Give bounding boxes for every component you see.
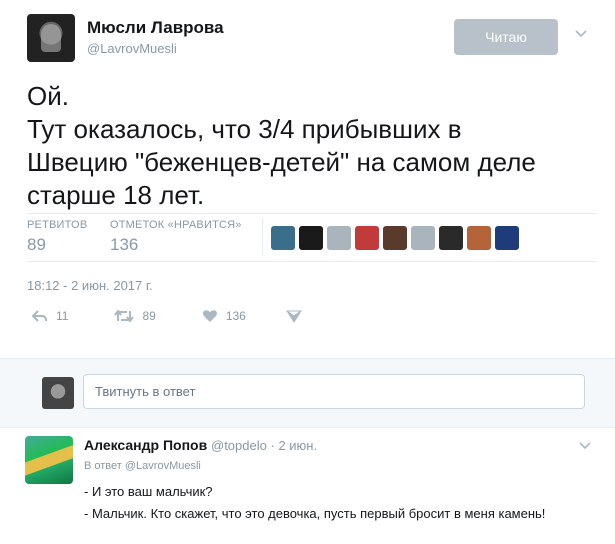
like-button[interactable]: 136 bbox=[202, 309, 246, 323]
retweets-label: РЕТВИТОВ bbox=[27, 219, 88, 231]
divider bbox=[27, 261, 597, 262]
author-name[interactable]: Мюсли Лаврова bbox=[87, 18, 224, 38]
tweet-timestamp[interactable]: 18:12 - 2 июн. 2017 г. bbox=[27, 278, 153, 293]
retweet-icon bbox=[114, 309, 135, 323]
liker-avatar[interactable] bbox=[411, 226, 435, 250]
likes-stat[interactable]: ОТМЕТОК «НРАВИТСЯ» 136 bbox=[110, 219, 242, 255]
following-button[interactable]: Читаю bbox=[454, 19, 558, 55]
chevron-down-icon[interactable] bbox=[578, 438, 592, 452]
divider bbox=[27, 213, 597, 214]
retweet-count: 89 bbox=[142, 309, 156, 323]
reply-author-name[interactable]: Александр Попов bbox=[84, 437, 207, 453]
reply-text: - И это ваш мальчик? - Мальчик. Кто скаж… bbox=[84, 481, 564, 525]
reply-input[interactable]: Твитнуть в ответ bbox=[83, 374, 585, 409]
liker-avatar[interactable] bbox=[327, 226, 351, 250]
chevron-down-icon[interactable] bbox=[574, 26, 588, 40]
reply-date[interactable]: 2 июн. bbox=[278, 438, 317, 453]
likes-count: 136 bbox=[110, 235, 139, 254]
in-reply-handle[interactable]: @LavrovMuesli bbox=[125, 460, 201, 472]
reply-composer: Твитнуть в ответ bbox=[0, 358, 615, 428]
liker-avatar[interactable] bbox=[495, 226, 519, 250]
liker-avatar[interactable] bbox=[271, 226, 295, 250]
tweet-text-line: Ой. bbox=[27, 81, 69, 111]
author-avatar[interactable] bbox=[27, 14, 75, 62]
liker-avatars bbox=[271, 226, 519, 250]
liker-avatar[interactable] bbox=[355, 226, 379, 250]
reply-text-line: - И это ваш мальчик? bbox=[84, 484, 213, 499]
retweet-button[interactable]: 89 bbox=[114, 309, 156, 323]
tweet-text-line: Швецию "беженцев-детей" на самом деле bbox=[27, 147, 536, 177]
user-avatar bbox=[42, 377, 74, 409]
message-icon bbox=[285, 310, 302, 323]
in-reply-to: В ответ @LavrovMuesli bbox=[84, 460, 201, 472]
retweets-stat[interactable]: РЕТВИТОВ 89 bbox=[27, 219, 87, 255]
liker-avatar[interactable] bbox=[299, 226, 323, 250]
author-handle[interactable]: @LavrovMuesli bbox=[87, 41, 177, 56]
reply-author-handle[interactable]: @topdelo bbox=[211, 438, 267, 453]
reply-count: 11 bbox=[56, 309, 69, 323]
reply-author-avatar[interactable] bbox=[25, 436, 73, 484]
tweet-text-line: Тут оказалось, что 3/4 прибывших в bbox=[27, 114, 462, 144]
tweet-text-line: старше 18 лет. bbox=[27, 180, 205, 210]
divider bbox=[262, 218, 263, 255]
in-reply-prefix: В ответ bbox=[84, 460, 122, 472]
heart-icon bbox=[202, 310, 217, 322]
liker-avatar[interactable] bbox=[439, 226, 463, 250]
reply-icon bbox=[32, 310, 47, 322]
reply-author-meta: @topdelo · 2 июн. bbox=[211, 438, 317, 453]
tweet-text: Ой. Тут оказалось, что 3/4 прибывших в Ш… bbox=[27, 80, 597, 212]
direct-message-button[interactable] bbox=[285, 309, 302, 323]
liker-avatar[interactable] bbox=[383, 226, 407, 250]
like-count: 136 bbox=[225, 309, 246, 323]
separator-dot: · bbox=[270, 438, 275, 453]
liker-avatar[interactable] bbox=[467, 226, 491, 250]
retweets-count: 89 bbox=[27, 235, 46, 254]
reply-button[interactable]: 11 bbox=[32, 309, 68, 323]
likes-label: ОТМЕТОК «НРАВИТСЯ» bbox=[110, 219, 242, 231]
reply-text-line: - Мальчик. Кто скажет, что это девочка, … bbox=[84, 506, 546, 521]
tweet-actions: 11 89 136 bbox=[32, 309, 328, 323]
